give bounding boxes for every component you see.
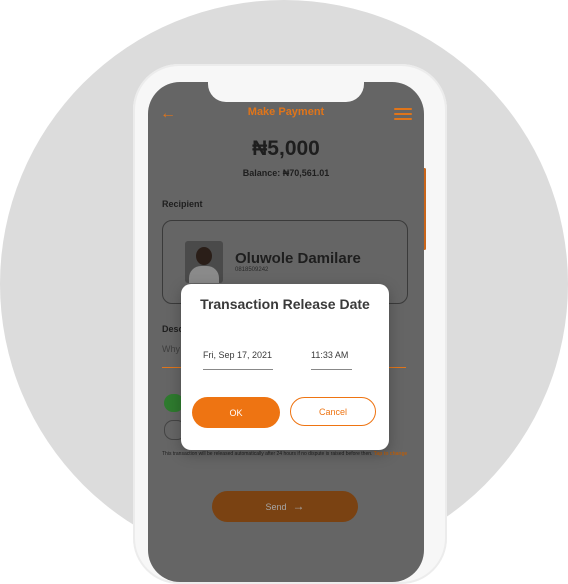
cancel-button[interactable]: Cancel bbox=[290, 397, 376, 426]
dialog-title: Transaction Release Date bbox=[200, 296, 370, 312]
description-input[interactable]: Why bbox=[162, 344, 180, 354]
time-field[interactable]: 11:33 AM bbox=[311, 350, 352, 370]
time-value: 11:33 AM bbox=[311, 350, 349, 360]
recipient-name: Oluwole Damilare bbox=[235, 250, 361, 267]
release-date-dialog: Transaction Release Date Fri, Sep 17, 20… bbox=[181, 284, 389, 450]
release-notice-text: This transaction will be released automa… bbox=[162, 451, 373, 457]
phone-notch bbox=[208, 82, 364, 102]
payment-amount: ₦5,000 bbox=[252, 137, 320, 160]
time-underline bbox=[311, 369, 352, 370]
page-title: Make Payment bbox=[247, 106, 325, 118]
avatar bbox=[185, 241, 223, 283]
ok-button[interactable]: OK bbox=[192, 397, 280, 428]
release-notice: This transaction will be released automa… bbox=[162, 450, 408, 458]
date-field[interactable]: Fri, Sep 17, 2021 bbox=[203, 350, 273, 370]
app-header: ← Make Payment bbox=[148, 104, 424, 126]
recipient-account: 0818509242 bbox=[235, 267, 269, 273]
date-underline bbox=[203, 369, 273, 370]
recipient-label: Recipient bbox=[162, 199, 203, 209]
date-value: Fri, Sep 17, 2021 bbox=[203, 350, 273, 360]
send-label: Send bbox=[265, 502, 287, 512]
hamburger-menu-icon[interactable] bbox=[394, 108, 412, 123]
arrow-right-icon: → bbox=[292, 499, 305, 513]
change-link[interactable]: Tap to change bbox=[374, 451, 408, 457]
send-button[interactable]: Send → bbox=[212, 491, 358, 522]
wallet-balance: Balance: ₦70,561.01 bbox=[242, 168, 330, 178]
